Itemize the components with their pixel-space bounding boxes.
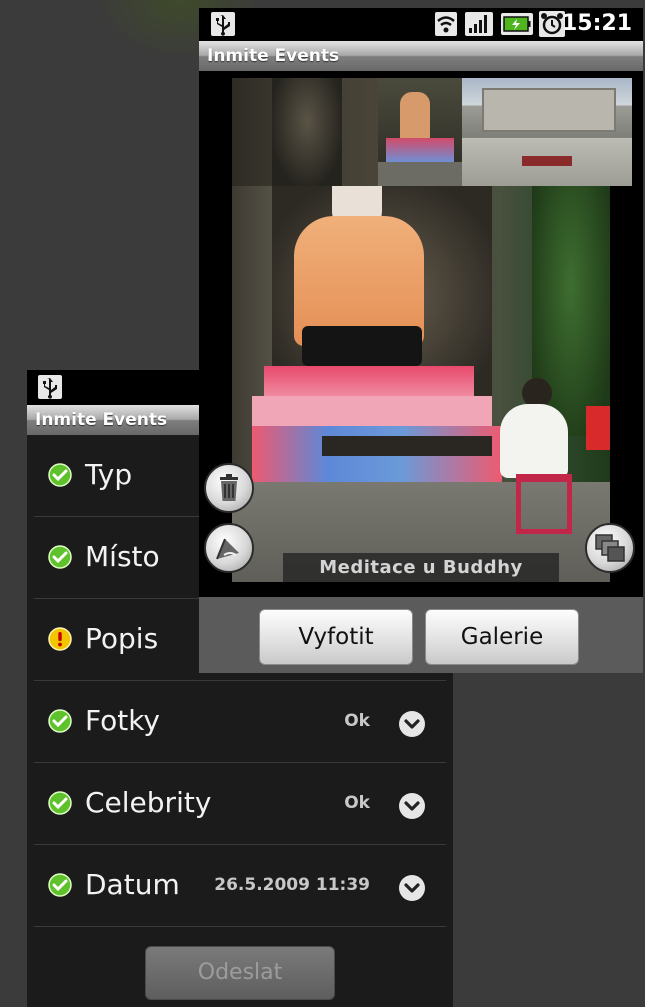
- row-label: Popis: [85, 622, 159, 655]
- photo-gallery[interactable]: Meditace u Buddhy: [199, 71, 643, 597]
- signal-icon: [465, 12, 493, 36]
- switch-view-button[interactable]: [585, 523, 635, 573]
- main-photo[interactable]: [232, 186, 610, 582]
- row-value: 26.5.2009 11:39: [214, 875, 370, 895]
- app-title-bar: Inmite Events: [199, 41, 643, 71]
- stacked-photos-icon: [595, 534, 625, 562]
- photo-thumbnail[interactable]: [232, 78, 378, 186]
- check-circle-icon: [48, 791, 72, 815]
- chevron-down-icon[interactable]: [398, 874, 426, 902]
- check-circle-icon: [48, 873, 72, 897]
- check-circle-icon: [48, 709, 72, 733]
- status-time: 15:21: [561, 11, 632, 36]
- photo-caption: Meditace u Buddhy: [283, 553, 559, 582]
- row-label: Místo: [85, 540, 160, 573]
- action-bar: Vyfotit Galerie: [199, 597, 643, 673]
- form-row-fotky[interactable]: Fotky Ok: [34, 681, 446, 763]
- row-label: Fotky: [85, 704, 161, 737]
- usb-icon: [38, 375, 62, 399]
- exclamation-circle-icon: [48, 627, 72, 651]
- row-label: Celebrity: [85, 786, 212, 819]
- status-bar: 15:21: [199, 8, 643, 41]
- wifi-icon: [435, 12, 457, 36]
- check-circle-icon: [48, 463, 72, 487]
- row-value: Ok: [344, 711, 370, 731]
- delete-photo-button[interactable]: [204, 463, 254, 513]
- take-photo-button[interactable]: Vyfotit: [259, 609, 413, 665]
- row-value: Ok: [344, 793, 370, 813]
- usb-icon: [211, 12, 235, 36]
- row-label: Datum: [85, 868, 180, 901]
- chevron-down-icon[interactable]: [398, 792, 426, 820]
- edit-caption-button[interactable]: [204, 523, 254, 573]
- trash-icon: [220, 474, 238, 501]
- row-label: Typ: [85, 458, 133, 491]
- photo-thumbnail[interactable]: [378, 78, 462, 186]
- thumbnail-strip[interactable]: [232, 78, 632, 186]
- chevron-down-icon[interactable]: [398, 710, 426, 738]
- form-row-celebrity[interactable]: Celebrity Ok: [34, 763, 446, 845]
- photo-screen: 15:21 Inmite Events Meditace u Buddhy Vy…: [199, 8, 643, 673]
- form-row-datum[interactable]: Datum 26.5.2009 11:39: [34, 845, 446, 927]
- battery-charging-icon: [501, 13, 533, 35]
- edit-icon: [216, 538, 239, 560]
- photo-thumbnail[interactable]: [462, 78, 632, 186]
- send-button[interactable]: Odeslat: [145, 946, 335, 1000]
- check-circle-icon: [48, 545, 72, 569]
- gallery-button[interactable]: Galerie: [425, 609, 579, 665]
